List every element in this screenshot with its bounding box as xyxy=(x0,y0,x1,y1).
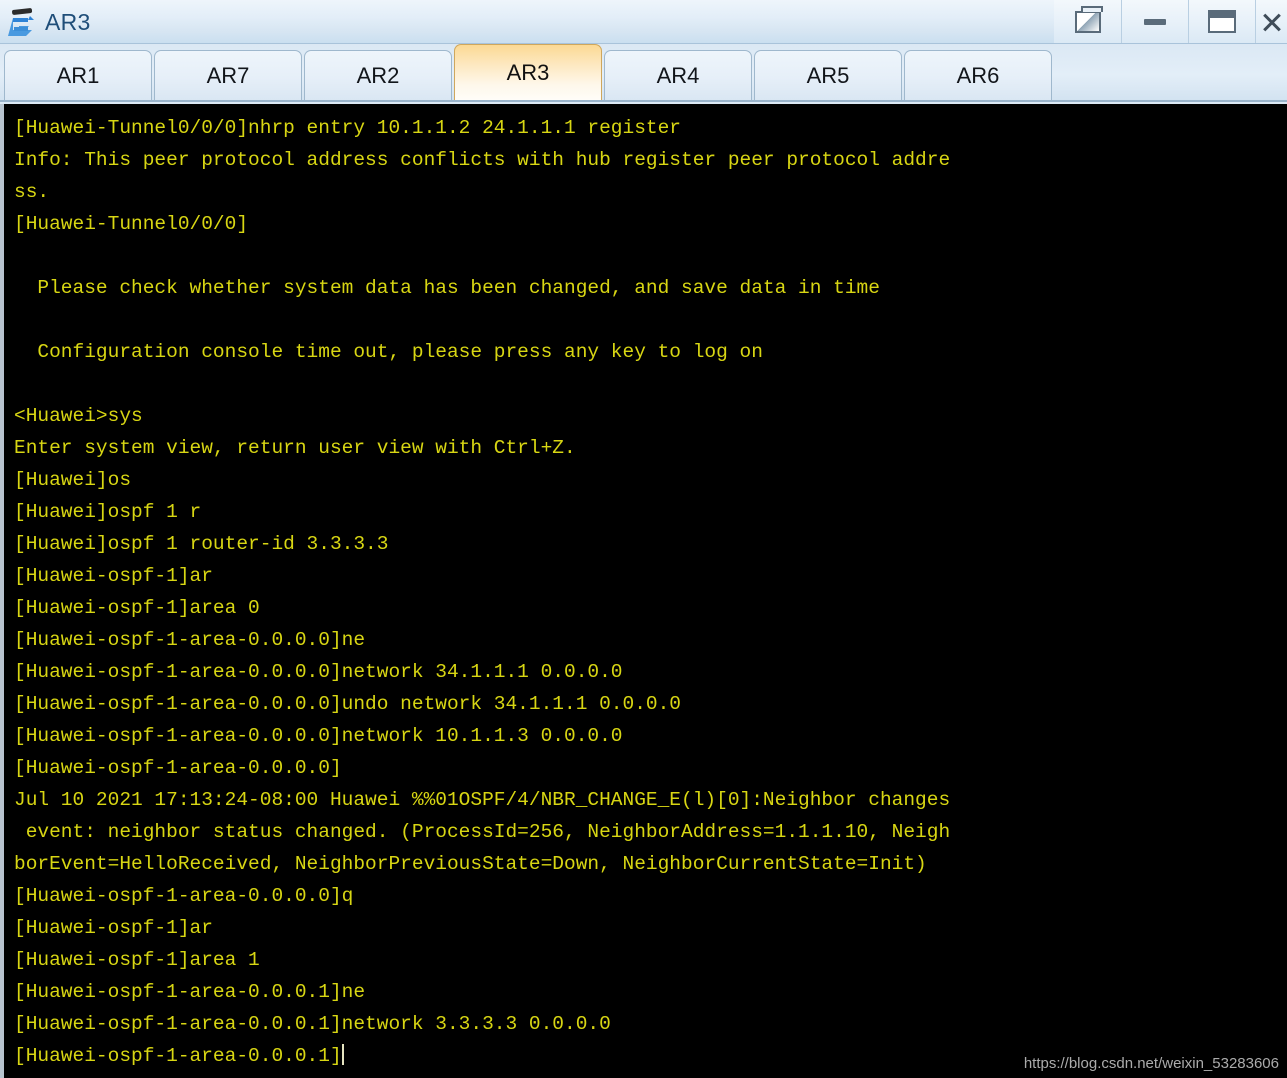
tab-ar5[interactable]: AR5 xyxy=(754,50,902,100)
terminal-line-text: [Huawei-ospf-1-area-0.0.0.1] xyxy=(14,1045,342,1067)
terminal-line: Jul 10 2021 17:13:24-08:00 Huawei %%01OS… xyxy=(14,784,1287,816)
terminal-line-text: borEvent=HelloReceived, NeighborPrevious… xyxy=(14,853,927,875)
terminal-output[interactable]: [Huawei-Tunnel0/0/0]nhrp entry 10.1.1.2 … xyxy=(4,104,1287,1078)
remote-console-window: AR3 AR1 AR7 AR2 AR3 AR4 AR5 AR6 [Huawei-Tunnel… xyxy=(0,0,1287,1078)
terminal-line: [Huawei-ospf-1]ar xyxy=(14,912,1287,944)
tab-ar6[interactable]: AR6 xyxy=(904,50,1052,100)
title-bar-left: AR3 xyxy=(8,0,91,44)
terminal-line: Info: This peer protocol address conflic… xyxy=(14,144,1287,176)
terminal-line: [Huawei]ospf 1 router-id 3.3.3.3 xyxy=(14,528,1287,560)
terminal-line: [Huawei-ospf-1-area-0.0.0.0]ne xyxy=(14,624,1287,656)
terminal-line: [Huawei-ospf-1]ar xyxy=(14,560,1287,592)
terminal-panel: [Huawei-Tunnel0/0/0]nhrp entry 10.1.1.2 … xyxy=(0,104,1287,1078)
terminal-line: [Huawei-ospf-1]area 0 xyxy=(14,592,1287,624)
terminal-line-text: [Huawei-ospf-1]ar xyxy=(14,917,213,939)
terminal-line: <Huawei>sys xyxy=(14,400,1287,432)
terminal-line: [Huawei-ospf-1-area-0.0.0.0]network 10.1… xyxy=(14,720,1287,752)
terminal-line: [Huawei-Tunnel0/0/0]nhrp entry 10.1.1.2 … xyxy=(14,112,1287,144)
router-icon xyxy=(8,8,38,36)
terminal-line: [Huawei]ospf 1 r xyxy=(14,496,1287,528)
tab-ar4[interactable]: AR4 xyxy=(604,50,752,100)
minimize-icon xyxy=(1144,18,1166,25)
window-controls xyxy=(1054,0,1287,43)
terminal-line: event: neighbor status changed. (Process… xyxy=(14,816,1287,848)
terminal-line-text: [Huawei-ospf-1-area-0.0.0.0]q xyxy=(14,885,354,907)
tab-label: AR4 xyxy=(656,62,700,88)
restore-icon xyxy=(1074,5,1103,33)
tab-ar7[interactable]: AR7 xyxy=(154,50,302,100)
terminal-line-text: Please check whether system data has bee… xyxy=(14,277,880,299)
terminal-line-text: [Huawei]ospf 1 router-id 3.3.3.3 xyxy=(14,533,389,555)
terminal-cursor xyxy=(341,1044,344,1065)
terminal-line-text: ss. xyxy=(14,181,50,203)
terminal-line: [Huawei-Tunnel0/0/0] xyxy=(14,208,1287,240)
terminal-line: [Huawei-ospf-1-area-0.0.0.1]network 3.3.… xyxy=(14,1008,1287,1040)
tab-label: AR2 xyxy=(356,62,400,88)
maximize-button[interactable] xyxy=(1188,0,1255,43)
terminal-line: [Huawei-ospf-1-area-0.0.0.1]ne xyxy=(14,976,1287,1008)
terminal-line: [Huawei-ospf-1-area-0.0.0.0] xyxy=(14,752,1287,784)
terminal-line: [Huawei-ospf-1-area-0.0.0.0]undo network… xyxy=(14,688,1287,720)
minimize-button[interactable] xyxy=(1121,0,1188,43)
tab-label: AR1 xyxy=(56,62,100,88)
terminal-line: [Huawei-ospf-1]area 1 xyxy=(14,944,1287,976)
tab-label: AR5 xyxy=(806,62,850,88)
terminal-line-text: [Huawei-ospf-1-area-0.0.0.1]network 3.3.… xyxy=(14,1013,611,1035)
terminal-line-text: [Huawei-ospf-1-area-0.0.0.0]network 10.1… xyxy=(14,725,623,747)
terminal-line-text: [Huawei-ospf-1-area-0.0.0.0] xyxy=(14,757,342,779)
terminal-line: Configuration console time out, please p… xyxy=(14,336,1287,368)
terminal-line-text: [Huawei-ospf-1]ar xyxy=(14,565,213,587)
close-button[interactable] xyxy=(1255,0,1287,43)
terminal-line-text: [Huawei-ospf-1-area-0.0.0.0]undo network… xyxy=(14,693,682,715)
terminal-line: Please check whether system data has bee… xyxy=(14,272,1287,304)
tab-label: AR6 xyxy=(956,62,1000,88)
terminal-line: [Huawei-ospf-1-area-0.0.0.0]network 34.1… xyxy=(14,656,1287,688)
terminal-line: [Huawei-ospf-1-area-0.0.0.0]q xyxy=(14,880,1287,912)
window-title: AR3 xyxy=(45,8,91,35)
terminal-line-text: Jul 10 2021 17:13:24-08:00 Huawei %%01OS… xyxy=(14,789,951,811)
terminal-line-text: [Huawei-Tunnel0/0/0]nhrp entry 10.1.1.2 … xyxy=(14,117,682,139)
terminal-line-text: [Huawei-ospf-1-area-0.0.0.1]ne xyxy=(14,981,366,1003)
terminal-line-text: Configuration console time out, please p… xyxy=(14,341,763,363)
terminal-line-text: [Huawei-ospf-1]area 1 xyxy=(14,949,260,971)
terminal-line-text: [Huawei-Tunnel0/0/0] xyxy=(14,213,249,235)
terminal-line: [Huawei]os xyxy=(14,464,1287,496)
close-icon xyxy=(1261,11,1283,33)
terminal-line-text: [Huawei]os xyxy=(14,469,132,491)
terminal-line-text: <Huawei>sys xyxy=(14,405,143,427)
watermark-text: https://blog.csdn.net/weixin_53283606 xyxy=(1023,1055,1279,1072)
terminal-line-text: [Huawei]ospf 1 r xyxy=(14,501,202,523)
device-tab-bar: AR1 AR7 AR2 AR3 AR4 AR5 AR6 xyxy=(0,44,1287,102)
maximize-icon xyxy=(1208,10,1236,33)
title-bar: AR3 xyxy=(0,0,1287,44)
tab-ar1[interactable]: AR1 xyxy=(4,50,152,100)
terminal-line-text: Enter system view, return user view with… xyxy=(14,437,576,459)
tab-ar2[interactable]: AR2 xyxy=(304,50,452,100)
restore-button[interactable] xyxy=(1054,0,1121,43)
tab-label: AR7 xyxy=(206,62,250,88)
terminal-line-text: [Huawei-ospf-1-area-0.0.0.0]ne xyxy=(14,629,366,651)
tab-ar3[interactable]: AR3 xyxy=(454,44,602,100)
terminal-line: Enter system view, return user view with… xyxy=(14,432,1287,464)
terminal-line-text: [Huawei-ospf-1]area 0 xyxy=(14,597,260,619)
tab-label: AR3 xyxy=(506,59,550,85)
terminal-line: borEvent=HelloReceived, NeighborPrevious… xyxy=(14,848,1287,880)
terminal-line-text: [Huawei-ospf-1-area-0.0.0.0]network 34.1… xyxy=(14,661,623,683)
terminal-line-text: Info: This peer protocol address conflic… xyxy=(14,149,951,171)
terminal-line: ss. xyxy=(14,176,1287,208)
terminal-line-text: event: neighbor status changed. (Process… xyxy=(14,821,951,843)
